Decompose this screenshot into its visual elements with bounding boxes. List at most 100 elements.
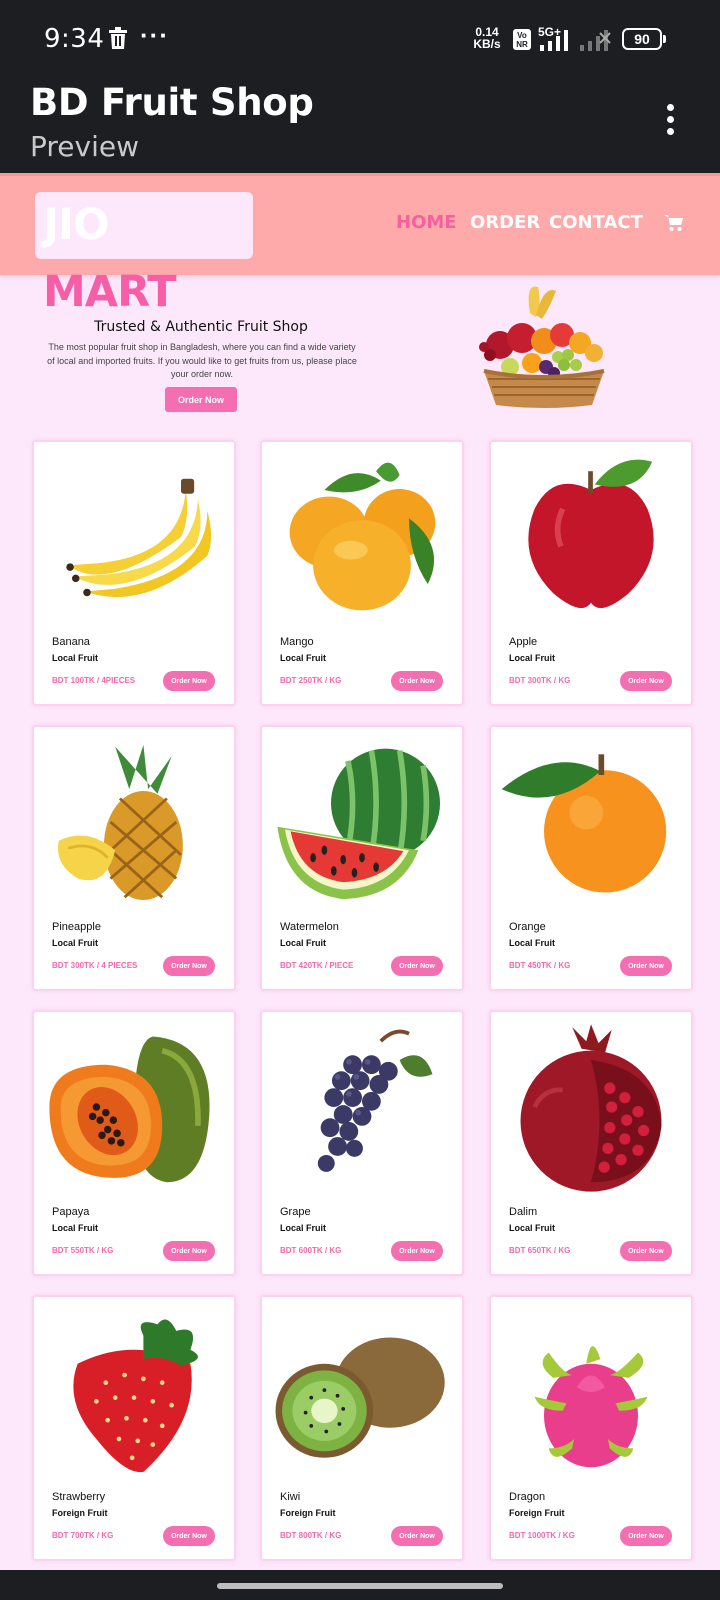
signal-icon [540,30,568,51]
product-price: BDT 600TK / KG [280,1246,342,1255]
product-card[interactable]: Watermelon Local Fruit BDT 420TK / PIECE Or… [260,725,464,991]
fruit-basket-image [479,286,605,408]
product-price: BDT 800TK / KG [280,1531,342,1540]
speed-unit: KB/s [473,37,501,51]
product-card[interactable]: Orange Local Fruit BDT 450TK / KG Order Now [489,725,693,991]
product-card[interactable]: Dalim Local Fruit BDT 650TK / KG Order Now [489,1010,693,1276]
app-title: BD Fruit Shop [30,81,314,124]
product-card[interactable]: Grape Local Fruit BDT 600TK / KG Order Now [260,1010,464,1276]
fruit-image [277,748,441,900]
order-now-button[interactable]: Order Now [163,671,215,691]
site-logo[interactable]: JIO MART [35,192,253,317]
product-name: Papaya [52,1206,90,1218]
product-type: Local Fruit [509,653,556,663]
product-type: Foreign Fruit [280,1508,336,1518]
product-card[interactable]: Dragon Foreign Fruit BDT 1000TK / KG Order … [489,1295,693,1561]
cart-icon[interactable] [664,214,684,232]
product-card[interactable]: Apple Local Fruit BDT 300TK / KG Order Now [489,440,693,706]
order-now-button[interactable]: Order Now [620,1241,672,1261]
product-card[interactable]: Pineapple Local Fruit BDT 300TK / 4 PIECES… [32,725,236,991]
order-now-button[interactable]: Order Now [163,1241,215,1261]
signal-no-service-icon [580,30,611,51]
product-type: Local Fruit [280,653,327,663]
product-price: BDT 250TK / KG [280,676,342,685]
network-speed: 0.14 KB/s [472,26,502,50]
logo-jio: JIO [43,200,110,250]
product-card[interactable]: Kiwi Foreign Fruit BDT 800TK / KG Order Now [260,1295,464,1561]
product-type: Local Fruit [52,1223,99,1233]
volte-badge: Vo NR [513,29,531,50]
home-gesture-pill[interactable] [217,1583,503,1589]
product-price: BDT 700TK / KG [52,1531,114,1540]
fruit-image [275,1337,445,1458]
order-now-button[interactable]: Order Now [620,671,672,691]
hero-text: The most popular fruit shop in Banglades… [47,342,357,379]
more-dots-icon: ··· [140,20,169,50]
fruit-image [58,744,183,901]
product-name: Grape [280,1206,311,1218]
product-type: Local Fruit [280,1223,327,1233]
product-price: BDT 550TK / KG [52,1246,114,1255]
product-price: BDT 650TK / KG [509,1246,571,1255]
nav-home[interactable]: HOME [396,212,457,233]
nav-order[interactable]: ORDER [470,212,540,233]
logo-mart: MART [43,267,177,317]
product-card[interactable]: Papaya Local Fruit BDT 550TK / KG Order Now [32,1010,236,1276]
fruit-image [289,462,436,611]
product-name: Strawberry [52,1491,106,1503]
fruit-image [73,1319,198,1473]
fruit-image [520,1024,662,1192]
product-price: BDT 450TK / KG [509,961,571,970]
fruit-image [528,459,654,609]
product-name: Watermelon [280,921,339,933]
fruit-image [534,1346,648,1468]
product-card[interactable]: Banana Local Fruit BDT 100TK / 4PIECES Orde… [32,440,236,706]
trash-icon [109,27,127,49]
product-price: BDT 300TK / KG [509,676,571,685]
order-now-button[interactable]: Order Now [620,956,672,976]
order-now-button[interactable]: Order Now [391,1241,443,1261]
product-name: Pineapple [52,921,101,933]
fruit-image [49,1036,210,1183]
product-type: Local Fruit [509,938,556,948]
order-now-button[interactable]: Order Now [620,1526,672,1546]
site-header: JIO MART HOME ORDER CONTACT [0,173,720,317]
product-name: Orange [509,921,546,933]
battery-icon: 90 [622,28,666,50]
product-name: Mango [280,636,314,648]
product-card[interactable]: Strawberry Foreign Fruit BDT 700TK / KG Ord… [32,1295,236,1561]
status-bar: 9:34 ··· 0.14 KB/s Vo NR 5G+ 90 [0,0,720,78]
app-bar: BD Fruit Shop Preview [0,78,720,173]
fruit-image [501,754,667,893]
webview: JIO MART HOME ORDER CONTACT Trusted & Au… [0,173,720,1570]
product-card[interactable]: Mango Local Fruit BDT 250TK / KG Order Now [260,440,464,706]
product-name: Apple [509,636,538,648]
product-name: Banana [52,636,90,648]
product-price: BDT 420TK / PIECE [280,961,354,970]
product-price: BDT 300TK / 4 PIECES [52,961,138,970]
fruit-image [66,478,212,598]
product-type: Local Fruit [280,938,327,948]
hero-order-button[interactable]: Order Now [165,387,237,412]
product-name: Dalim [509,1206,538,1218]
product-name: Kiwi [280,1491,301,1503]
system-nav-bar [0,1570,720,1600]
order-now-button[interactable]: Order Now [163,1526,215,1546]
order-now-button[interactable]: Order Now [391,1526,443,1546]
product-type: Foreign Fruit [509,1508,565,1518]
app-subtitle: Preview [30,130,139,163]
product-type: Local Fruit [52,653,99,663]
product-price: BDT 100TK / 4PIECES [52,676,136,685]
order-now-button[interactable]: Order Now [391,956,443,976]
order-now-button[interactable]: Order Now [391,671,443,691]
product-type: Local Fruit [509,1223,556,1233]
product-name: Dragon [509,1491,546,1503]
fruit-image [317,1029,433,1172]
hero-title: Trusted & Authentic Fruit Shop [94,319,308,335]
product-price: BDT 1000TK / KG [509,1531,575,1540]
nav-contact[interactable]: CONTACT [549,212,643,233]
status-time: 9:34 [44,24,105,54]
product-type: Foreign Fruit [52,1508,108,1518]
order-now-button[interactable]: Order Now [163,956,215,976]
overflow-menu-icon[interactable] [664,104,676,140]
